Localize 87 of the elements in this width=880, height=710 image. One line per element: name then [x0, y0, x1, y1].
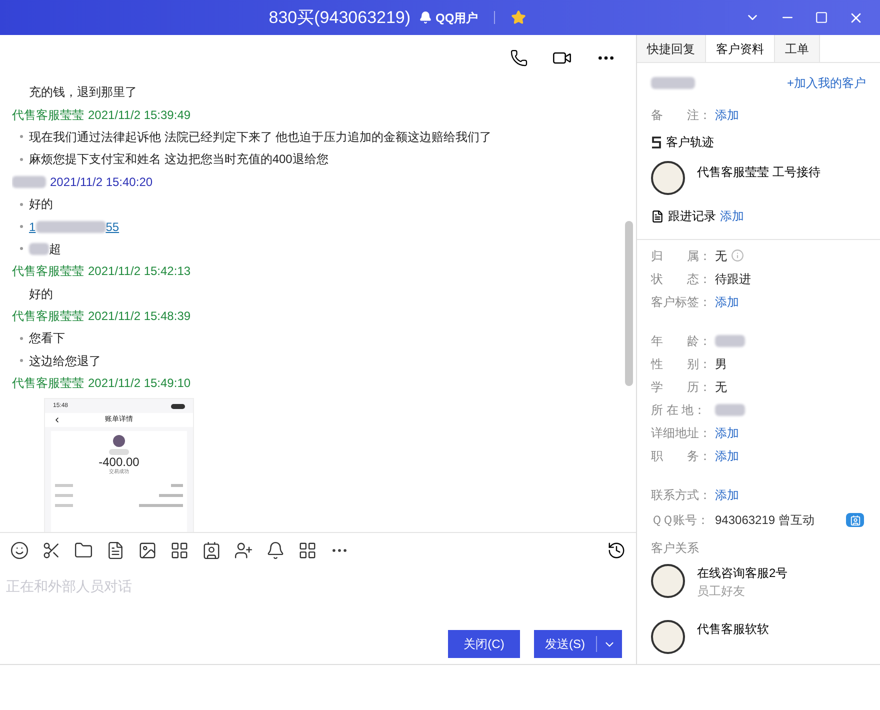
- phone-link[interactable]: 1 55: [29, 218, 120, 236]
- message-text: 好的: [29, 196, 53, 214]
- scissors-icon[interactable]: [42, 541, 61, 560]
- amount-text: -400.00: [98, 455, 140, 470]
- sidebar-tab[interactable]: 快捷回复: [637, 35, 706, 62]
- message-text: 充的钱，退到那里了: [29, 84, 137, 102]
- field-label: 职 务：: [651, 448, 712, 464]
- add-link[interactable]: 添加: [720, 207, 744, 225]
- relation-name: 在线咨询客服2号: [697, 565, 788, 582]
- add-link[interactable]: 添加: [715, 446, 739, 464]
- blurred-text: [651, 77, 695, 89]
- field-label: 所 在 地：: [651, 402, 707, 418]
- add-link[interactable]: 添加: [715, 106, 739, 124]
- record-icon: [651, 210, 664, 222]
- field-label: 归 属：: [651, 248, 712, 264]
- bell-icon[interactable]: [266, 541, 285, 560]
- message-text: 您看下: [29, 330, 65, 348]
- add-customer-link[interactable]: +加入我的客户: [786, 74, 866, 92]
- folder-icon[interactable]: [74, 541, 93, 560]
- window-title: 830买(943063219): [268, 6, 411, 29]
- contact-card-icon[interactable]: [202, 541, 221, 560]
- add-link[interactable]: 添加: [715, 292, 739, 310]
- maximize-icon[interactable]: [815, 11, 828, 24]
- sidebar-tab[interactable]: 工单: [775, 35, 820, 62]
- field-label: 联系方式：: [651, 486, 712, 504]
- field-value: 无: [715, 378, 727, 396]
- grid-icon[interactable]: [298, 541, 317, 560]
- message-time: 2021/11/2 15:49:10: [88, 375, 191, 392]
- close-button[interactable]: 关闭(C): [448, 630, 520, 658]
- image-icon[interactable]: [138, 541, 157, 560]
- blurred-text: [36, 220, 106, 233]
- message-text: 现在我们通过法律起诉他 法院已经判定下来了 他也迫于压力追加的金额这边赔给我们了: [29, 128, 492, 146]
- message-text: 这边给您退了: [29, 352, 101, 370]
- field-value: 943063219 曾互动: [715, 512, 814, 529]
- avatar-icon: [651, 564, 685, 598]
- message-time: 2021/11/2 15:48:39: [88, 308, 191, 326]
- send-button[interactable]: 发送(S): [534, 630, 622, 658]
- field-label: 客户标签：: [651, 294, 712, 310]
- scrollbar-thumb[interactable]: [625, 221, 633, 386]
- relation-name: 代售客服软软: [697, 621, 769, 638]
- field-label: 状 态：: [651, 270, 712, 288]
- track-icon: [651, 136, 662, 148]
- field-label: 备 注：: [651, 107, 712, 124]
- emoji-icon[interactable]: [10, 541, 29, 560]
- track-entry: 代售客服莹莹 工号接待: [697, 164, 820, 181]
- blurred-text: [12, 176, 46, 188]
- field-value: 待跟进: [715, 270, 751, 288]
- sender-name: 代售客服莹莹: [12, 375, 84, 392]
- phone-icon[interactable]: [510, 49, 528, 67]
- add-link[interactable]: 添加: [715, 424, 739, 442]
- bell-icon: [418, 11, 432, 24]
- blurred-text: [715, 404, 745, 416]
- text-icon[interactable]: [106, 541, 125, 560]
- blurred-text: [109, 449, 129, 456]
- sender-name: 代售客服莹莹: [12, 308, 84, 326]
- history-icon[interactable]: [607, 541, 626, 560]
- account-type: QQ用户: [436, 10, 478, 26]
- back-icon: [53, 416, 61, 424]
- add-link[interactable]: 添加: [715, 486, 739, 504]
- message-time: 2021/11/2 15:39:49: [88, 106, 191, 124]
- avatar-icon: [113, 435, 125, 448]
- section-title: 跟进记录: [668, 208, 716, 225]
- sender-name: 代售客服莹莹: [12, 106, 84, 124]
- blurred-text: [29, 242, 49, 255]
- avatar-icon: [651, 620, 685, 654]
- field-label: 详细地址：: [651, 424, 712, 442]
- field-value: 无: [715, 248, 727, 264]
- field-label: 性 别：: [651, 356, 712, 372]
- field-label: ＱＱ账号：: [651, 512, 710, 529]
- blurred-text: [715, 334, 745, 346]
- section-title: 客户关系: [651, 540, 700, 557]
- sender-name: 代售客服莹莹: [12, 263, 84, 280]
- battery-icon: [171, 404, 185, 409]
- message-time: 2021/11/2 15:40:20: [50, 174, 153, 191]
- section-title: 客户轨迹: [666, 134, 714, 151]
- divider: [494, 11, 496, 24]
- star-icon[interactable]: [511, 10, 526, 25]
- field-value: 男: [715, 356, 727, 372]
- field-label: 年 龄：: [651, 332, 712, 350]
- avatar-icon: [651, 161, 685, 195]
- field-label: 学 历：: [651, 378, 712, 396]
- relation-note: 员工好友: [697, 583, 746, 600]
- message-time: 2021/11/2 15:42:13: [88, 263, 191, 280]
- message-text: 好的: [29, 286, 53, 303]
- message-text: 超: [49, 240, 61, 258]
- message-text: 麻烦您提下支付宝和姓名 这边把您当时充值的400退给您: [29, 151, 328, 168]
- add-user-icon[interactable]: [234, 541, 253, 560]
